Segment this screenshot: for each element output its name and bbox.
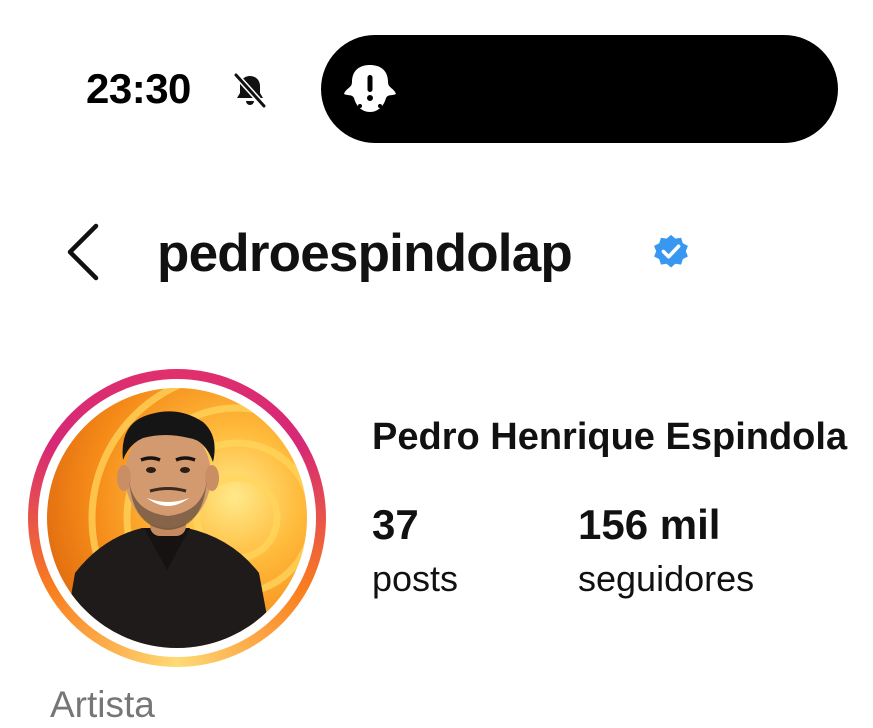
- verified-badge-icon: [654, 234, 688, 268]
- story-ring[interactable]: [28, 369, 326, 667]
- posts-label[interactable]: posts: [372, 557, 458, 601]
- avatar[interactable]: [47, 388, 307, 648]
- profile-full-name: Pedro Henrique Espindola: [372, 416, 848, 458]
- followers-count[interactable]: 156 mil: [578, 500, 720, 550]
- avatar-border: [38, 379, 316, 657]
- profile-username: pedroespindolap: [157, 224, 573, 283]
- avatar-image: [47, 388, 307, 648]
- bell-slash-icon: [233, 72, 267, 109]
- back-button[interactable]: [60, 220, 108, 284]
- status-time: 23:30: [86, 65, 191, 112]
- followers-label[interactable]: seguidores: [578, 557, 754, 601]
- ghost-alert-icon: [344, 65, 396, 112]
- posts-count[interactable]: 37: [372, 500, 419, 550]
- profile-category: Artista: [50, 684, 155, 725]
